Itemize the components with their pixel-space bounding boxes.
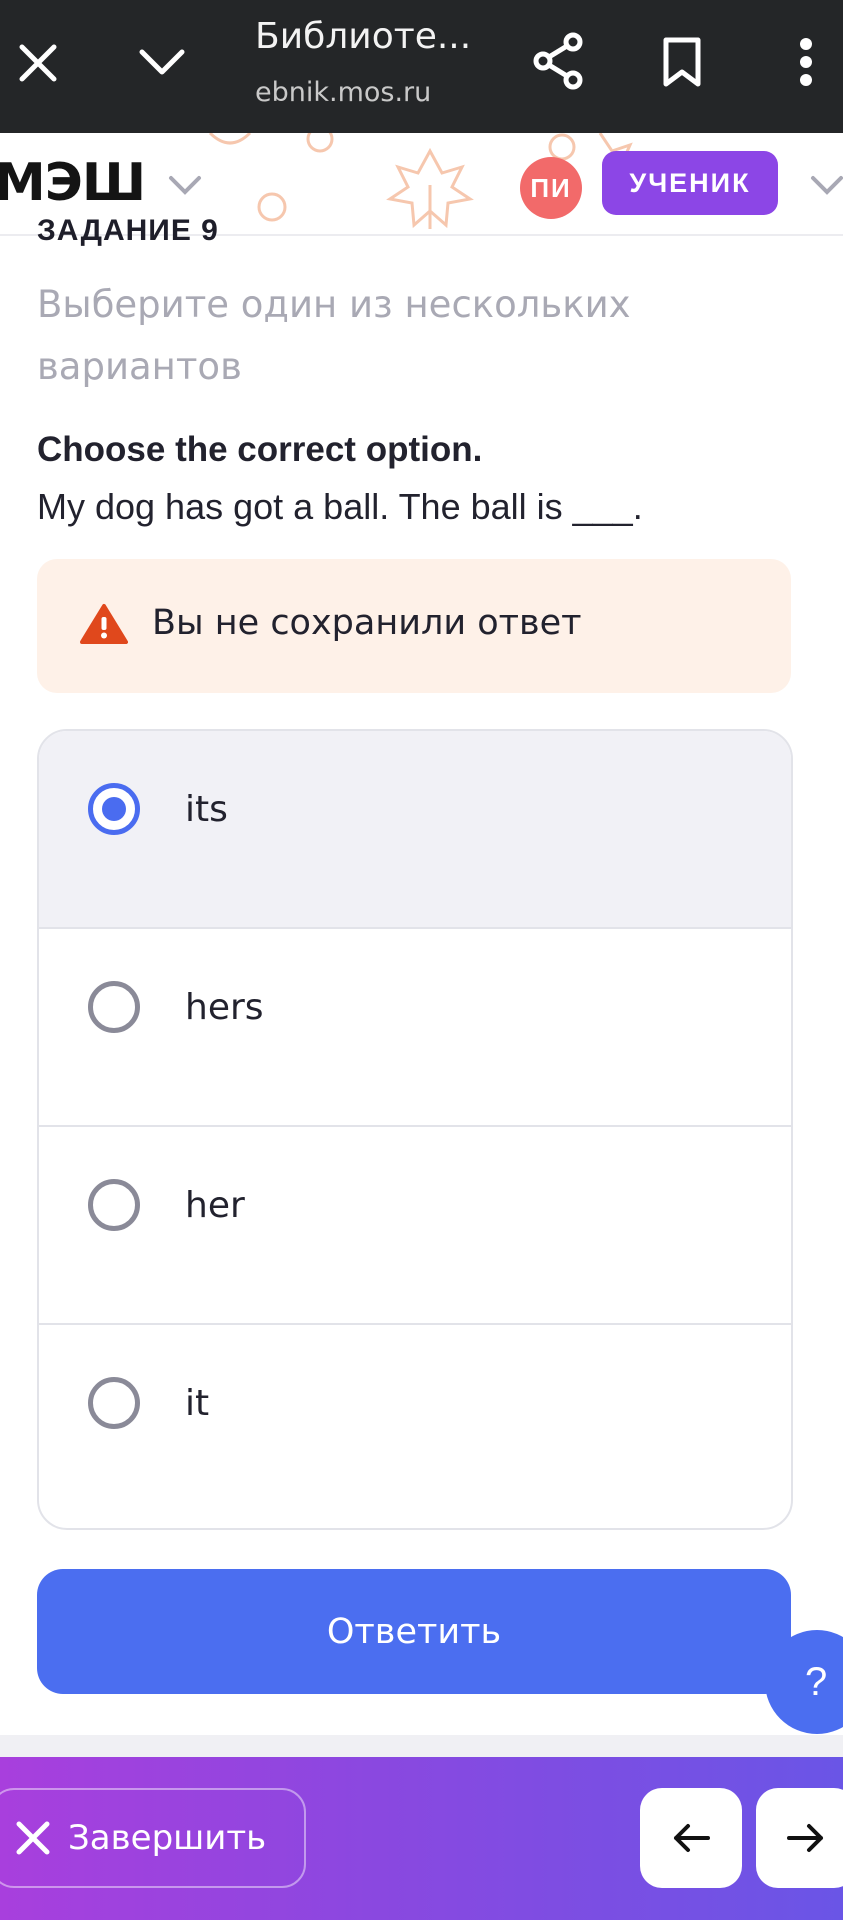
warning-text: Вы не сохранили ответ: [152, 603, 582, 643]
question-text: My dog has got a ball. The ball is ___.: [37, 486, 643, 527]
browser-toolbar: Библиоте... ebnik.mos.ru: [0, 0, 843, 133]
radio-button[interactable]: [88, 981, 140, 1033]
arrow-left-icon: [674, 1824, 710, 1852]
answer-option-label: hers: [185, 987, 264, 1028]
finish-button-label: Завершить: [68, 1818, 267, 1858]
radio-button[interactable]: [88, 1179, 140, 1231]
browser-page-title: Библиоте...: [255, 16, 472, 57]
arrow-right-icon: [787, 1824, 823, 1852]
mesh-logo[interactable]: МЭШ: [0, 153, 146, 213]
browser-url[interactable]: ebnik.mos.ru: [255, 77, 431, 108]
next-task-button[interactable]: [756, 1788, 843, 1888]
answer-options: its hers her it: [37, 729, 793, 1530]
bookmark-icon[interactable]: [658, 32, 706, 92]
unsaved-answer-warning: Вы не сохранили ответ: [37, 559, 791, 693]
task-number-label: ЗАДАНИЕ 9: [37, 214, 219, 247]
previous-task-button[interactable]: [640, 1788, 742, 1888]
warning-icon: [80, 603, 128, 650]
close-icon[interactable]: [10, 35, 66, 91]
answer-option-label: it: [185, 1383, 210, 1424]
chevron-down-icon[interactable]: [132, 38, 192, 88]
share-icon[interactable]: [530, 30, 586, 92]
radio-button[interactable]: [88, 1377, 140, 1429]
task-instruction: Выберите один из нескольких вариантов: [37, 283, 631, 388]
chevron-down-icon[interactable]: [168, 175, 202, 202]
submit-answer-button[interactable]: Ответить: [37, 1569, 791, 1694]
radio-button-selected[interactable]: [88, 783, 140, 835]
answer-option-its[interactable]: its: [39, 731, 791, 929]
role-badge[interactable]: УЧЕНИК: [602, 151, 778, 215]
more-vertical-icon[interactable]: [786, 30, 826, 94]
answer-option-it[interactable]: it: [39, 1325, 791, 1523]
answer-option-hers[interactable]: hers: [39, 929, 791, 1127]
answer-option-label: its: [185, 789, 228, 830]
question-title: Choose the correct option.: [37, 430, 483, 469]
finish-button[interactable]: Завершить: [0, 1788, 306, 1888]
close-icon: [16, 1821, 50, 1855]
answer-option-her[interactable]: her: [39, 1127, 791, 1325]
chevron-down-icon[interactable]: [810, 175, 843, 202]
content-bottom-divider: [0, 1735, 843, 1757]
answer-option-label: her: [185, 1185, 245, 1226]
bottom-navigation-bar: Завершить: [0, 1757, 843, 1920]
avatar[interactable]: ПИ: [520, 157, 582, 219]
